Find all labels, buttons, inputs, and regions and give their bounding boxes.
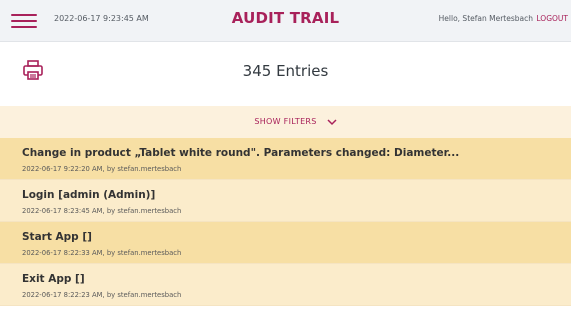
entry-meta: 2022-06-17 8:22:23 AM, by stefan.mertesb… <box>22 291 182 299</box>
user-greeting: Hello, Stefan Mertesbach <box>438 14 533 23</box>
logout-button[interactable]: LOGOUT <box>536 14 568 23</box>
audit-entry-row[interactable]: Login [admin (Admin)] 2022-06-17 8:23:45… <box>0 180 571 222</box>
entry-title: Start App [] <box>22 231 92 243</box>
entry-meta: 2022-06-17 8:23:45 AM, by stefan.mertesb… <box>22 207 182 215</box>
entry-meta: 2022-06-17 9:22:20 AM, by stefan.mertesb… <box>22 165 182 173</box>
entry-meta: 2022-06-17 8:22:33 AM, by stefan.mertesb… <box>22 249 182 257</box>
entry-title: Exit App [] <box>22 273 85 285</box>
entry-title: Change in product „Tablet white round". … <box>22 147 460 159</box>
app-header: 2022-06-17 9:23:45 AM AUDIT TRAIL Hello,… <box>0 0 571 42</box>
entries-count: 345 Entries <box>242 62 329 80</box>
chevron-down-icon <box>327 119 337 126</box>
show-filters-label: SHOW FILTERS <box>254 117 317 126</box>
audit-entry-row[interactable]: Exit App [] 2022-06-17 8:22:23 AM, by st… <box>0 264 571 306</box>
audit-entry-list: Change in product „Tablet white round". … <box>0 138 571 306</box>
audit-entry-row[interactable]: Change in product „Tablet white round". … <box>0 138 571 180</box>
audit-entry-row[interactable]: Start App [] 2022-06-17 8:22:33 AM, by s… <box>0 222 571 264</box>
entry-title: Login [admin (Admin)] <box>22 189 156 201</box>
show-filters-toggle[interactable]: SHOW FILTERS <box>0 106 571 138</box>
